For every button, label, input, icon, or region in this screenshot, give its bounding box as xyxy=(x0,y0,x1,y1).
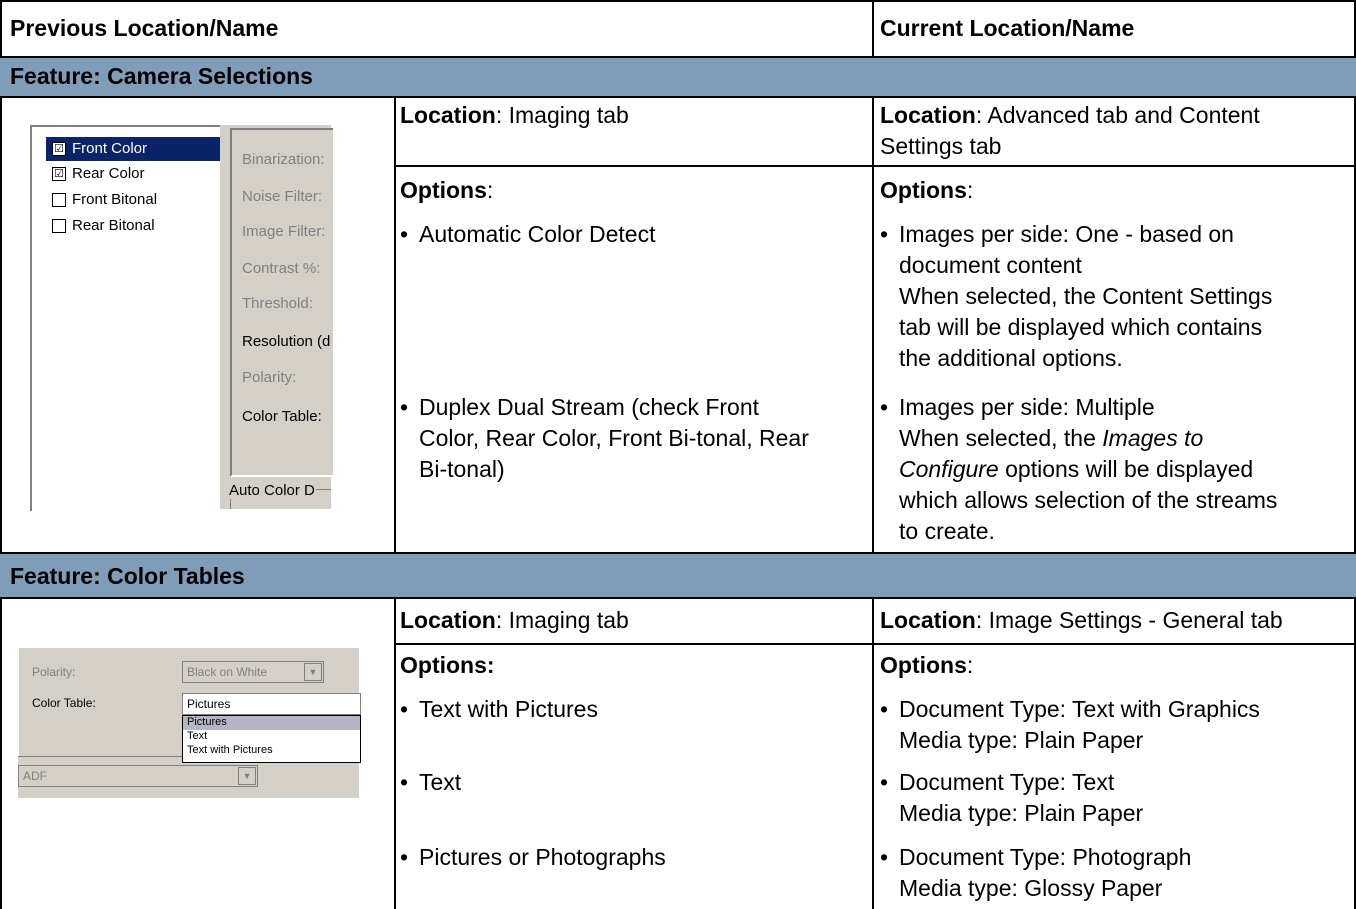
feature-title-camera: Feature: Camera Selections xyxy=(10,63,313,89)
color-table-dropdown: Pictures Text Text with Pictures xyxy=(182,715,361,763)
color-table-screenshot: Polarity: Black on White ▼ Color Table: … xyxy=(18,648,361,798)
polarity-label: Polarity: xyxy=(32,665,76,679)
source-select: ADF ▼ xyxy=(18,765,258,787)
field-label: Image Filter: xyxy=(242,223,326,240)
rule-left-b xyxy=(0,96,2,553)
rule-col1-b xyxy=(394,96,396,553)
field-label: Binarization: xyxy=(242,151,325,168)
rule-loc1 xyxy=(394,165,1356,167)
field-label: Noise Filter: xyxy=(242,188,323,205)
dropdown-option: Text xyxy=(187,730,208,742)
field-label: Auto Color D xyxy=(228,482,316,499)
chevron-down-icon: ▼ xyxy=(238,767,256,785)
comparison-table: Previous Location/Name Current Location/… xyxy=(0,0,1356,909)
new-options-label-color: Options: xyxy=(880,652,974,678)
rule-col2-c xyxy=(872,597,874,909)
field-label: Color Table: xyxy=(242,408,322,425)
rule-left-a xyxy=(0,0,2,57)
old-options-label-camera: Options: xyxy=(400,177,494,203)
rule-left-c xyxy=(0,597,2,909)
field-label: Polarity: xyxy=(242,369,297,386)
old-location-camera: Location: Imaging tab xyxy=(400,102,629,128)
checkbox-unchecked-icon xyxy=(52,219,66,233)
dropdown-option: Pictures xyxy=(187,716,227,728)
camera-selection-screenshot: ☑ Front Color ☑ Rear Color Front Bitonal… xyxy=(30,125,333,511)
rule-band2 xyxy=(0,597,1356,599)
field-label: Resolution (d xyxy=(242,333,331,350)
field-label: Contrast %: xyxy=(242,260,321,277)
header-current: Current Location/Name xyxy=(880,15,1135,41)
chevron-down-icon: ▼ xyxy=(304,663,322,681)
header-previous: Previous Location/Name xyxy=(10,15,279,41)
checkbox-unchecked-icon xyxy=(52,193,66,207)
rule-col1-c xyxy=(394,597,396,909)
checkbox-checked-icon: ☑ xyxy=(52,167,66,181)
old-location-color: Location: Imaging tab xyxy=(400,607,629,633)
checkbox-checked-icon: ☑ xyxy=(52,142,66,156)
new-options-label-camera: Options: xyxy=(880,177,974,203)
rule-top xyxy=(0,0,1356,2)
rule-col2-a xyxy=(872,0,874,57)
color-table-label: Color Table: xyxy=(32,696,96,710)
feature-title-color-tables: Feature: Color Tables xyxy=(10,563,245,589)
color-table-select: Pictures xyxy=(182,693,361,715)
dropdown-option: Text with Pictures xyxy=(187,744,273,756)
new-location-camera-line2: Settings tab xyxy=(880,133,1002,159)
rule-header xyxy=(0,56,1356,58)
new-location-camera: Location: Advanced tab and Content xyxy=(880,102,1260,128)
rule-loc2 xyxy=(394,643,1356,645)
panel-divider xyxy=(18,756,182,757)
rule-band1 xyxy=(0,96,1356,98)
settings-pane xyxy=(220,125,333,509)
old-options-label-color: Options: xyxy=(400,652,495,678)
rule-sec1-end xyxy=(0,552,1356,554)
field-label: Threshold: xyxy=(242,295,313,312)
polarity-select: Black on White ▼ xyxy=(182,661,324,683)
rule-col2-b xyxy=(872,96,874,553)
new-location-color: Location: Image Settings - General tab xyxy=(880,607,1283,633)
camera-list: ☑ Front Color ☑ Rear Color Front Bitonal… xyxy=(30,125,222,511)
